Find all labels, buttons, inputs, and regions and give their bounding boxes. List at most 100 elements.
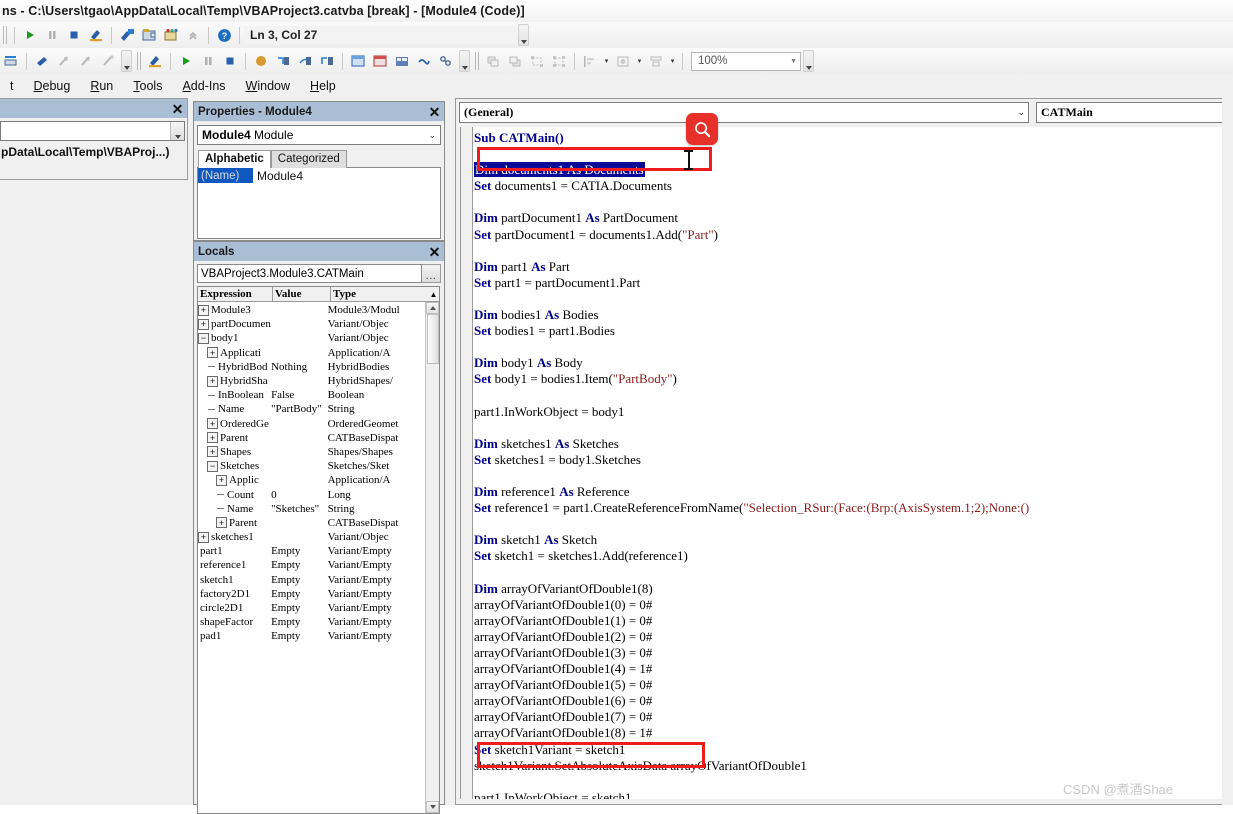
design-mode-button[interactable] <box>86 25 106 45</box>
locals-row[interactable]: sketch1 Empty Variant/Empty <box>198 573 425 587</box>
locals-expression-cell[interactable]: circle2D1 <box>198 602 271 614</box>
menu-item-help[interactable]: Help <box>300 77 346 95</box>
code-line[interactable]: Set sketches1 = body1.Sketches <box>474 452 1230 468</box>
locals-expression-cell[interactable]: + Shapes <box>198 446 271 458</box>
menu-item-edit[interactable]: t <box>0 77 23 95</box>
code-line[interactable]: Set bodies1 = part1.Bodies <box>474 323 1230 339</box>
project-explorer-button[interactable] <box>117 25 137 45</box>
reset-button-2[interactable] <box>220 51 240 71</box>
locals-expression-cell[interactable]: Count <box>198 489 271 501</box>
locals-expression-cell[interactable]: shapeFactor <box>198 616 271 628</box>
code-editor[interactable]: Sub CATMain() Dim documents1 As Document… <box>460 127 1230 799</box>
property-name-cell[interactable]: (Name) <box>198 168 253 183</box>
run-sub-button[interactable] <box>176 51 196 71</box>
expand-icon[interactable]: + <box>207 446 218 458</box>
locals-value-cell[interactable]: Empty <box>271 616 328 628</box>
locals-value-cell[interactable]: Nothing <box>271 361 328 373</box>
locals-value-cell[interactable]: Empty <box>271 630 328 642</box>
locals-row[interactable]: HybridBod Nothing HybridBodies <box>198 360 425 374</box>
properties-window-button[interactable] <box>139 25 159 45</box>
project-combobox[interactable] <box>0 121 185 141</box>
code-line[interactable]: sketch1Variant.SetAbsoluteAxisData array… <box>474 758 1230 774</box>
locals-expression-cell[interactable]: + Applic <box>198 474 271 486</box>
help-button[interactable]: ? <box>214 25 234 45</box>
locals-row[interactable]: + Shapes Shapes/Shapes <box>198 445 425 459</box>
menu-item-run[interactable]: Run <box>80 77 123 95</box>
menu-item-tools[interactable]: Tools <box>123 77 172 95</box>
code-line[interactable]: Dim documents1 As Documents <box>474 162 1230 178</box>
ungroup-icon[interactable] <box>549 51 569 71</box>
locals-value-cell[interactable]: "PartBody" <box>271 403 328 415</box>
close-icon[interactable]: ✕ <box>169 101 186 117</box>
toolbar-overflow-button[interactable] <box>518 24 529 46</box>
locals-row[interactable]: + Module3 Module3/Modul <box>198 303 425 317</box>
bring-front-icon[interactable] <box>483 51 503 71</box>
project-tree-node[interactable]: pData\Local\Temp\VBAProj...) <box>0 145 187 159</box>
locals-call-stack-button[interactable]: ... <box>422 264 441 283</box>
code-line[interactable]: Set body1 = bodies1.Item("PartBody") <box>474 371 1230 387</box>
locals-row[interactable]: + HybridSha HybridShapes/ <box>198 374 425 388</box>
code-line[interactable]: arrayOfVariantOfDouble1(1) = 0# <box>474 613 1230 629</box>
locals-row[interactable]: + Parent CATBaseDispat <box>198 431 425 445</box>
code-line[interactable]: Dim sketches1 As Sketches <box>474 436 1230 452</box>
locals-row[interactable]: + Applic Application/A <box>198 473 425 487</box>
code-line[interactable]: arrayOfVariantOfDouble1(8) = 1# <box>474 725 1230 741</box>
locals-expression-cell[interactable]: + Parent <box>198 517 271 529</box>
expand-icon[interactable]: + <box>207 432 218 444</box>
properties-grid[interactable]: (Name) Module4 <box>197 167 441 239</box>
group-icon[interactable] <box>527 51 547 71</box>
code-line[interactable]: Set partDocument1 = documents1.Add("Part… <box>474 227 1230 243</box>
watch-window-icon[interactable] <box>392 51 412 71</box>
immediate-window-icon[interactable] <box>370 51 390 71</box>
step-into-icon[interactable] <box>273 51 293 71</box>
menu-item-addins[interactable]: Add-Ins <box>172 77 235 95</box>
reset-button[interactable] <box>64 25 84 45</box>
locals-row[interactable]: part1 Empty Variant/Empty <box>198 544 425 558</box>
run-button[interactable] <box>20 25 40 45</box>
locals-value-cell[interactable]: "Sketches" <box>271 503 328 515</box>
locals-vertical-scrollbar[interactable] <box>425 302 439 813</box>
outdent-icon[interactable] <box>76 51 96 71</box>
margin-indicator-bar[interactable] <box>461 127 473 799</box>
locals-row[interactable]: + Parent CATBaseDispat <box>198 516 425 530</box>
quick-watch-icon[interactable] <box>414 51 434 71</box>
code-line[interactable]: arrayOfVariantOfDouble1(7) = 0# <box>474 709 1230 725</box>
locals-row[interactable]: circle2D1 Empty Variant/Empty <box>198 601 425 615</box>
locals-row[interactable]: Name "PartBody" String <box>198 402 425 416</box>
break-button[interactable] <box>42 25 62 45</box>
expand-icon[interactable]: + <box>216 517 227 529</box>
code-line[interactable] <box>474 468 1230 484</box>
locals-expression-cell[interactable]: + partDocumen <box>198 318 271 330</box>
toolbar-overflow-button-3[interactable] <box>459 50 470 72</box>
step-out-icon[interactable] <box>317 51 337 71</box>
locals-expression-cell[interactable]: + OrderedGe <box>198 418 271 430</box>
toolbox-button[interactable] <box>183 25 203 45</box>
code-line[interactable]: arrayOfVariantOfDouble1(0) = 0# <box>474 597 1230 613</box>
toolbar-grip-2[interactable] <box>137 52 141 70</box>
comment-block-icon[interactable] <box>32 51 52 71</box>
code-line[interactable]: Sub CATMain() <box>474 130 1230 146</box>
code-line[interactable]: arrayOfVariantOfDouble1(2) = 0# <box>474 629 1230 645</box>
collapse-icon[interactable]: − <box>207 460 218 472</box>
locals-row[interactable]: + sketches1 Variant/Objec <box>198 530 425 544</box>
expand-icon[interactable]: + <box>207 418 218 430</box>
chevron-down-icon[interactable]: ⌄ <box>1017 107 1025 118</box>
chevron-down-icon[interactable] <box>170 122 184 140</box>
code-line[interactable] <box>474 339 1230 355</box>
breakpoint-icon[interactable] <box>251 51 271 71</box>
design-mode-icon-2[interactable] <box>145 51 165 71</box>
expand-icon[interactable]: + <box>207 347 218 359</box>
locals-value-cell[interactable]: False <box>271 389 328 401</box>
code-line[interactable]: Dim partDocument1 As PartDocument <box>474 210 1230 226</box>
code-line[interactable] <box>474 420 1230 436</box>
procedure-combobox[interactable]: CATMain <box>1036 102 1226 123</box>
expand-icon[interactable]: + <box>198 531 209 543</box>
code-line[interactable]: Set reference1 = part1.CreateReferenceFr… <box>474 500 1230 516</box>
chevron-down-icon[interactable]: ⌄ <box>428 130 438 141</box>
magnifier-icon[interactable] <box>686 113 718 145</box>
properties-object-combobox[interactable]: Module4 Module ⌄ <box>197 125 441 145</box>
code-line[interactable] <box>474 516 1230 532</box>
code-line[interactable]: arrayOfVariantOfDouble1(3) = 0# <box>474 645 1230 661</box>
code-line[interactable]: arrayOfVariantOfDouble1(4) = 1# <box>474 661 1230 677</box>
code-line[interactable]: arrayOfVariantOfDouble1(6) = 0# <box>474 693 1230 709</box>
